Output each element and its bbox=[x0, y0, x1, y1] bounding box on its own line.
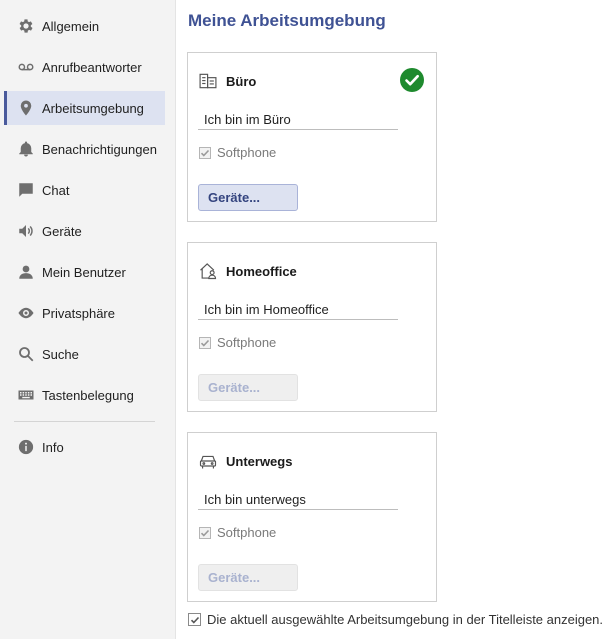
sidebar-item-label: Privatsphäre bbox=[42, 305, 115, 321]
sidebar-item-anrufbeantworter[interactable]: Anrufbeantworter bbox=[4, 50, 165, 84]
card-header: Büro bbox=[198, 70, 256, 92]
checkmark-icon bbox=[200, 529, 210, 537]
search-icon bbox=[16, 344, 36, 364]
sidebar-item-allgemein[interactable]: Allgemein bbox=[4, 9, 165, 43]
softphone-label: Softphone bbox=[217, 145, 277, 160]
sidebar-item-geraete[interactable]: Geräte bbox=[4, 214, 165, 248]
devices-button[interactable]: Geräte... bbox=[198, 374, 298, 401]
sidebar-item-label: Allgemein bbox=[42, 18, 100, 34]
keyboard-icon bbox=[16, 385, 36, 405]
sidebar-item-label: Info bbox=[42, 439, 64, 455]
checkmark-icon bbox=[190, 616, 199, 624]
softphone-label: Softphone bbox=[217, 525, 277, 540]
checkbox-box[interactable] bbox=[199, 146, 211, 159]
card-header: Homeoffice bbox=[198, 260, 297, 282]
checkbox-box[interactable] bbox=[199, 336, 211, 349]
softphone-checkbox[interactable]: Softphone bbox=[199, 335, 276, 350]
card-title: Büro bbox=[226, 73, 257, 89]
sidebar-item-chat[interactable]: Chat bbox=[4, 173, 165, 207]
sidebar-item-label: Tastenbelegung bbox=[42, 387, 134, 403]
sidebar-item-suche[interactable]: Suche bbox=[4, 337, 165, 371]
sidebar-item-label: Mein Benutzer bbox=[42, 264, 126, 280]
speaker-icon bbox=[16, 221, 36, 241]
location-pin-icon bbox=[16, 98, 36, 118]
devices-button[interactable]: Geräte... bbox=[198, 184, 298, 211]
sidebar-item-label: Suche bbox=[42, 346, 79, 362]
workspace-card-unterwegs[interactable]: Unterwegs Softphone Geräte... bbox=[187, 432, 437, 602]
sidebar-item-label: Benachrichtigungen bbox=[42, 141, 157, 157]
settings-sidebar: Allgemein Anrufbeantworter Arbeitsumgebu… bbox=[0, 0, 176, 639]
eye-icon bbox=[16, 303, 36, 323]
sidebar-divider bbox=[14, 421, 155, 422]
card-header: Unterwegs bbox=[198, 450, 292, 472]
page-title: Meine Arbeitsumgebung bbox=[188, 11, 386, 30]
selected-check-icon bbox=[400, 68, 424, 92]
checkbox-box[interactable] bbox=[199, 526, 211, 539]
status-text-input[interactable] bbox=[198, 300, 398, 320]
sidebar-item-tastenbelegung[interactable]: Tastenbelegung bbox=[4, 378, 165, 412]
softphone-checkbox[interactable]: Softphone bbox=[199, 525, 276, 540]
sidebar-item-benachrichtigungen[interactable]: Benachrichtigungen bbox=[4, 132, 165, 166]
softphone-checkbox[interactable]: Softphone bbox=[199, 145, 276, 160]
office-building-icon bbox=[199, 73, 217, 89]
checkmark-icon bbox=[200, 339, 210, 347]
sidebar-item-info[interactable]: Info bbox=[4, 430, 165, 464]
workspace-card-homeoffice[interactable]: Homeoffice Softphone Geräte... bbox=[187, 242, 437, 412]
home-person-icon bbox=[200, 263, 217, 280]
sidebar-item-privatsphaere[interactable]: Privatsphäre bbox=[4, 296, 165, 330]
card-title: Unterwegs bbox=[226, 453, 293, 469]
workspace-card-buero[interactable]: Büro Softphone Geräte... bbox=[187, 52, 437, 222]
gear-icon bbox=[16, 16, 36, 36]
sidebar-item-label: Anrufbeantworter bbox=[42, 59, 142, 75]
sidebar-item-arbeitsumgebung[interactable]: Arbeitsumgebung bbox=[4, 91, 165, 125]
show-in-titlebar-checkbox[interactable]: Die aktuell ausgewählte Arbeitsumgebung … bbox=[188, 612, 603, 627]
bell-icon bbox=[16, 139, 36, 159]
chat-bubble-icon bbox=[16, 180, 36, 200]
status-text-input[interactable] bbox=[198, 490, 398, 510]
sidebar-item-label: Chat bbox=[42, 182, 70, 198]
show-in-titlebar-label: Die aktuell ausgewählte Arbeitsumgebung … bbox=[207, 612, 604, 627]
car-icon bbox=[199, 455, 217, 469]
sidebar-item-label: Geräte bbox=[42, 223, 82, 239]
devices-button[interactable]: Geräte... bbox=[198, 564, 298, 591]
sidebar-item-mein-benutzer[interactable]: Mein Benutzer bbox=[4, 255, 165, 289]
card-title: Homeoffice bbox=[226, 263, 297, 279]
sidebar-item-label: Arbeitsumgebung bbox=[42, 100, 144, 116]
settings-main: Meine Arbeitsumgebung Büro Softphone Ger… bbox=[176, 0, 615, 639]
checkmark-icon bbox=[200, 149, 210, 157]
user-icon bbox=[16, 262, 36, 282]
softphone-label: Softphone bbox=[217, 335, 277, 350]
info-icon bbox=[16, 437, 36, 457]
voicemail-icon bbox=[16, 57, 36, 77]
status-text-input[interactable] bbox=[198, 110, 398, 130]
checkbox-box[interactable] bbox=[188, 613, 201, 626]
